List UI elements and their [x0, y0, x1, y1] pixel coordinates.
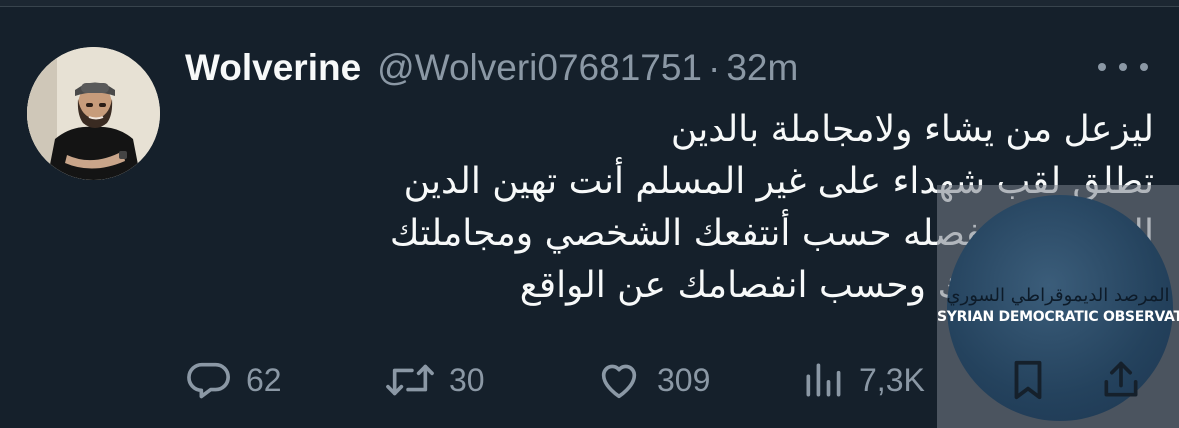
reply-count: 62: [246, 361, 282, 398]
more-dots-icon: [1140, 63, 1148, 71]
avatar-photo: [27, 47, 160, 180]
more-options-button[interactable]: [1098, 57, 1148, 77]
bookmark-button[interactable]: [1008, 352, 1048, 408]
avatar[interactable]: [27, 47, 160, 180]
author-handle[interactable]: @Wolveri07681751: [377, 47, 702, 89]
like-button[interactable]: 309: [595, 352, 710, 408]
watermark-arabic-text: المرصد الديموقراطي السوري: [946, 285, 1170, 306]
top-divider: [0, 0, 1179, 7]
retweet-arrows-icon: [386, 364, 434, 396]
watermark-english-text: SYRIAN DEMOCRATIC OBSERVATORY: [937, 309, 1179, 325]
retweet-count: 30: [449, 361, 485, 398]
more-dots-icon: [1098, 63, 1106, 71]
views-count: 7,3K: [859, 361, 925, 398]
reply-button[interactable]: 62: [186, 352, 282, 408]
views-button[interactable]: 7,3K: [801, 352, 925, 408]
bar-chart-icon: [806, 363, 841, 397]
header-separator: ·: [708, 47, 721, 88]
tweet-text-line: ليزعل من يشاء ولامجاملة بالدين: [670, 109, 1154, 150]
share-upload-icon: [1104, 361, 1138, 397]
author-display-name[interactable]: Wolverine: [185, 47, 361, 89]
reply-bubble-icon: [187, 362, 230, 399]
bookmark-icon: [1014, 360, 1042, 400]
like-count: 309: [657, 361, 711, 398]
retweet-button[interactable]: 30: [385, 352, 485, 408]
more-dots-icon: [1119, 63, 1127, 71]
tweet-timestamp[interactable]: 32m: [726, 47, 798, 89]
heart-icon: [601, 364, 637, 399]
tweet-header: Wolverine @Wolveri07681751 · 32m: [185, 44, 798, 92]
share-button[interactable]: [1099, 352, 1143, 408]
